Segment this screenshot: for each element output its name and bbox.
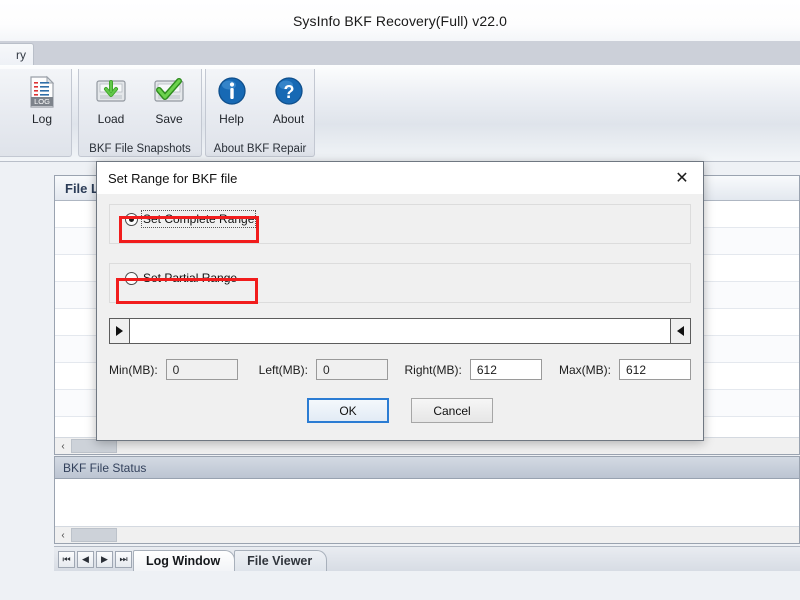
min-mb-field-group: Min(MB): 0 xyxy=(109,359,238,380)
triangle-right-icon xyxy=(116,326,123,336)
set-range-dialog: Set Range for BKF file ✕ Set Complete Ra… xyxy=(96,161,704,441)
left-mb-label: Left(MB): xyxy=(258,362,308,377)
ribbon-toolbar: rch xyxy=(0,65,800,162)
load-drive-icon xyxy=(94,75,128,109)
record-navigation-buttons: ⏮ ◀ ▶ ⏭ xyxy=(54,548,134,571)
left-mb-input[interactable]: 0 xyxy=(315,359,388,380)
about-button-label: About xyxy=(272,112,305,126)
svg-text:LOG: LOG xyxy=(34,97,50,106)
save-button-label: Save xyxy=(155,112,183,126)
search-button[interactable]: rch xyxy=(0,72,10,126)
slider-right-handle[interactable] xyxy=(670,319,690,343)
partial-range-group: Set Partial Range xyxy=(109,263,691,303)
slider-left-handle[interactable] xyxy=(110,319,130,343)
min-mb-label: Min(MB): xyxy=(109,362,158,377)
dialog-title: Set Range for BKF file xyxy=(108,170,238,186)
left-mb-field-group: Left(MB): 0 xyxy=(259,359,388,380)
ribbon-group-bkf-file-snapshots: Load Save BKF File Snapshots xyxy=(78,69,202,157)
scrollbar-thumb[interactable] xyxy=(71,439,117,453)
help-button-label: Help xyxy=(219,112,244,126)
tab-file-viewer[interactable]: File Viewer xyxy=(234,550,328,571)
radio-set-complete-range[interactable]: Set Complete Range xyxy=(123,210,258,228)
application-window: SysInfo BKF Recovery(Full) v22.0 ry LOG … xyxy=(0,0,800,600)
range-slider-row xyxy=(109,317,691,345)
right-mb-label: Right(MB): xyxy=(404,362,462,377)
log-button[interactable]: LOG Log xyxy=(16,72,68,126)
radio-indicator[interactable] xyxy=(125,271,138,285)
ribbon-group-title-1: BKF File Snapshots xyxy=(89,143,191,155)
dialog-body: Set Complete Range Set Partial Range Min… xyxy=(97,194,703,423)
radio-indicator[interactable] xyxy=(125,212,138,226)
bkf-file-status-header: BKF File Status xyxy=(55,457,799,479)
scroll-left-arrow-icon[interactable]: ‹ xyxy=(55,438,71,454)
bkf-file-status-body xyxy=(55,479,799,527)
right-mb-input[interactable]: 612 xyxy=(469,359,542,380)
tab-recovery-label: ry xyxy=(16,48,26,62)
bottom-tabbar: ⏮ ◀ ▶ ⏭ Log Window File Viewer xyxy=(54,546,800,571)
ribbon-group-about-bkf-repair: Help ? About About BKF Repair xyxy=(205,69,315,157)
load-button[interactable]: Load xyxy=(85,72,137,126)
log-button-label: Log xyxy=(31,112,53,126)
complete-range-group: Set Complete Range xyxy=(109,204,691,244)
window-title: SysInfo BKF Recovery(Full) v22.0 xyxy=(292,12,508,29)
triangle-left-icon xyxy=(677,326,684,336)
radio-set-partial-range-label: Set Partial Range xyxy=(143,271,238,285)
max-mb-label: Max(MB): xyxy=(559,362,611,377)
close-icon[interactable]: ✕ xyxy=(667,166,697,190)
scrollbar-thumb[interactable] xyxy=(71,528,117,542)
window-titlebar: SysInfo BKF Recovery(Full) v22.0 xyxy=(0,0,800,41)
info-circle-icon xyxy=(215,75,249,109)
min-mb-input[interactable]: 0 xyxy=(165,359,238,380)
slider-track[interactable] xyxy=(130,320,670,342)
scroll-left-arrow-icon[interactable]: ‹ xyxy=(55,527,71,543)
nav-prev-button[interactable]: ◀ xyxy=(77,550,94,568)
range-fields-row: Min(MB): 0 Left(MB): 0 Right(MB): 612 Ma… xyxy=(109,359,691,380)
bkf-file-status-pane: BKF File Status ‹ xyxy=(54,456,800,544)
radio-set-partial-range[interactable]: Set Partial Range xyxy=(123,269,241,287)
range-slider[interactable] xyxy=(109,318,691,344)
nav-first-button[interactable]: ⏮ xyxy=(58,550,75,568)
tab-log-window[interactable]: Log Window xyxy=(133,550,236,571)
ribbon-group-title-2: About BKF Repair xyxy=(213,143,307,155)
ribbon-group-search-log: rch xyxy=(0,69,72,157)
max-mb-field-group: Max(MB): 612 xyxy=(559,359,691,380)
dialog-titlebar: Set Range for BKF file ✕ xyxy=(97,162,703,194)
status-horizontal-scrollbar[interactable]: ‹ xyxy=(55,526,799,543)
radio-set-complete-range-label: Set Complete Range xyxy=(140,210,257,228)
nav-last-button[interactable]: ⏭ xyxy=(115,550,132,568)
save-drive-icon xyxy=(152,75,186,109)
right-mb-field-group: Right(MB): 612 xyxy=(405,359,542,380)
ok-button[interactable]: OK xyxy=(307,398,389,423)
ribbon-tabstrip: ry xyxy=(0,41,800,66)
about-button[interactable]: ? About xyxy=(263,72,314,126)
dialog-button-row: OK Cancel xyxy=(109,398,691,423)
cancel-button[interactable]: Cancel xyxy=(411,398,493,423)
log-document-icon: LOG xyxy=(25,75,59,109)
tab-recovery[interactable]: ry xyxy=(0,43,34,66)
question-circle-icon: ? xyxy=(272,75,306,109)
load-button-label: Load xyxy=(97,112,125,126)
help-button[interactable]: Help xyxy=(206,72,257,126)
save-button[interactable]: Save xyxy=(143,72,195,126)
search-icon xyxy=(0,75,1,109)
max-mb-input[interactable]: 612 xyxy=(619,359,691,380)
nav-next-button[interactable]: ▶ xyxy=(96,550,113,568)
svg-text:?: ? xyxy=(283,82,294,102)
